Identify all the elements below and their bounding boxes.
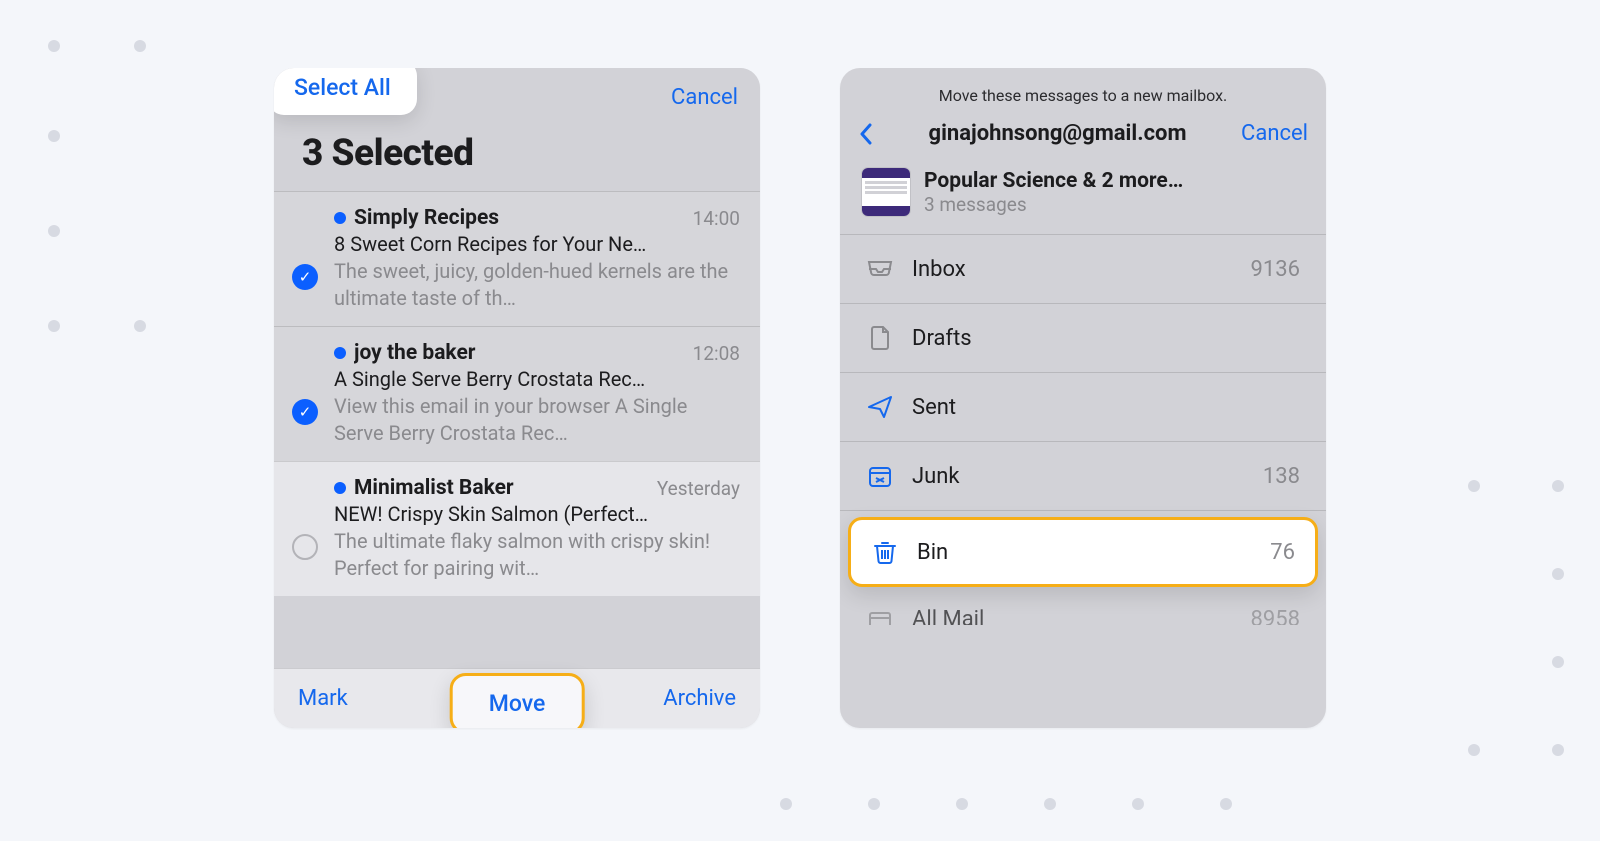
mailbox-label: Bin	[917, 540, 1252, 565]
unread-dot-icon	[334, 347, 346, 359]
email-sender: joy the baker	[354, 341, 685, 365]
summary-title: Popular Science & 2 more…	[924, 169, 1183, 193]
archive-button[interactable]: Archive	[663, 686, 736, 711]
mailbox-count: 9136	[1251, 257, 1300, 282]
checkbox-selected-icon[interactable]: ✓	[292, 264, 318, 290]
mailbox-junk[interactable]: Junk 138	[840, 442, 1326, 511]
email-preview: The sweet, juicy, golden-hued kernels ar…	[334, 258, 740, 312]
cancel-button[interactable]: Cancel	[671, 85, 738, 110]
mailbox-label: Drafts	[912, 326, 1282, 351]
move-button[interactable]: Move	[450, 673, 585, 728]
mailbox-label: Inbox	[912, 257, 1233, 282]
allmail-icon	[866, 605, 894, 625]
cancel-button[interactable]: Cancel	[1241, 121, 1308, 146]
mailbox-list: Inbox 9136 Drafts Sent Junk 138	[840, 235, 1326, 625]
sent-icon	[866, 393, 894, 421]
email-row[interactable]: ✓ Simply Recipes 14:00 8 Sweet Corn Reci…	[274, 191, 760, 326]
account-label: ginajohnsong@gmail.com	[884, 121, 1231, 146]
mailbox-count: 8958	[1251, 607, 1300, 626]
email-preview: View this email in your browser A Single…	[334, 393, 740, 447]
checkbox-unselected-icon[interactable]	[292, 534, 318, 560]
mark-button[interactable]: Mark	[298, 686, 348, 711]
mailbox-drafts[interactable]: Drafts	[840, 304, 1326, 373]
mail-selection-panel: Select All Cancel 3 Selected ✓ Simply Re…	[274, 68, 760, 728]
select-all-button[interactable]: Select All	[274, 68, 417, 115]
email-time: 12:08	[693, 342, 740, 365]
move-summary: Popular Science & 2 more… 3 messages	[840, 160, 1326, 235]
email-sender: Simply Recipes	[354, 206, 685, 230]
mailbox-navbar: ginajohnsong@gmail.com Cancel	[840, 113, 1326, 160]
email-row[interactable]: Minimalist Baker Yesterday NEW! Crispy S…	[274, 461, 760, 596]
email-time: 14:00	[693, 207, 740, 230]
email-subject: 8 Sweet Corn Recipes for Your Ne…	[334, 232, 740, 256]
mailbox-allmail[interactable]: All Mail 8958	[840, 593, 1326, 625]
email-subject: NEW! Crispy Skin Salmon (Perfect…	[334, 502, 740, 526]
mailbox-sent[interactable]: Sent	[840, 373, 1326, 442]
email-row[interactable]: ✓ joy the baker 12:08 A Single Serve Ber…	[274, 326, 760, 461]
mailbox-count: 76	[1270, 540, 1295, 565]
unread-dot-icon	[334, 212, 346, 224]
message-thumbnail-icon	[862, 168, 910, 216]
checkbox-selected-icon[interactable]: ✓	[292, 399, 318, 425]
move-destination-panel: Move these messages to a new mailbox. gi…	[840, 68, 1326, 728]
summary-count: 3 messages	[924, 193, 1183, 216]
mailbox-label: Sent	[912, 395, 1282, 420]
email-subject: A Single Serve Berry Crostata Rec…	[334, 367, 740, 391]
move-hint-label: Move these messages to a new mailbox.	[840, 68, 1326, 113]
email-preview: The ultimate flaky salmon with crispy sk…	[334, 528, 740, 582]
email-sender: Minimalist Baker	[354, 476, 649, 500]
mailbox-label: Junk	[912, 464, 1245, 489]
email-time: Yesterday	[657, 477, 740, 500]
unread-dot-icon	[334, 482, 346, 494]
mailbox-bin[interactable]: Bin 76	[848, 517, 1318, 587]
email-list: ✓ Simply Recipes 14:00 8 Sweet Corn Reci…	[274, 191, 760, 596]
inbox-icon	[866, 255, 894, 283]
junk-icon	[866, 462, 894, 490]
mailbox-inbox[interactable]: Inbox 9136	[840, 235, 1326, 304]
back-button[interactable]	[858, 122, 874, 146]
mailbox-label: All Mail	[912, 607, 1233, 626]
drafts-icon	[866, 324, 894, 352]
page-title: 3 Selected	[274, 126, 760, 191]
mailbox-count: 138	[1263, 464, 1300, 489]
bin-icon	[871, 538, 899, 566]
